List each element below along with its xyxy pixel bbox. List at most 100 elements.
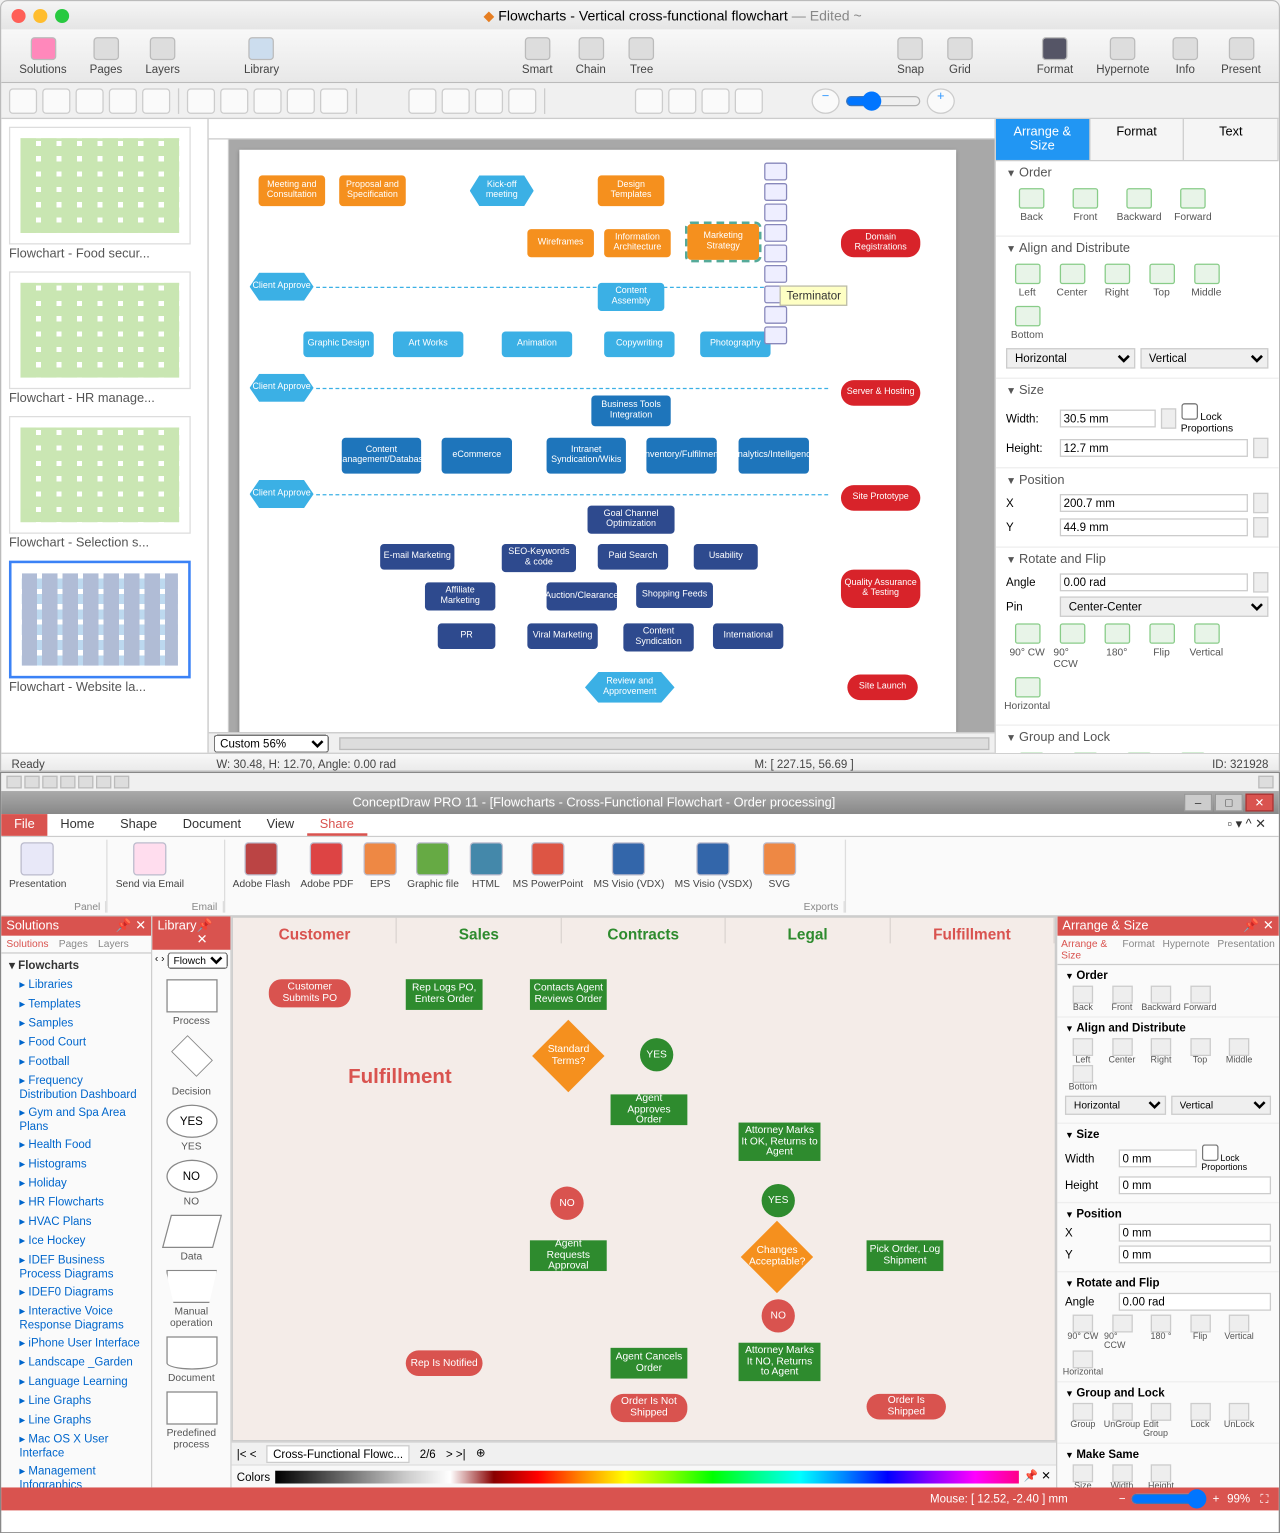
- tb-chain[interactable]: Chain: [565, 34, 616, 78]
- soltab-solutions[interactable]: Solutions: [1, 936, 53, 953]
- tree-flowcharts[interactable]: ▾ Flowcharts: [4, 956, 149, 975]
- shape[interactable]: PR: [438, 623, 496, 649]
- eyedrop-icon[interactable]: [701, 88, 729, 114]
- rb-ppt[interactable]: MS PowerPoint: [510, 840, 586, 913]
- tb-tree[interactable]: Tree: [619, 34, 665, 78]
- p2tab-hypernote[interactable]: Hypernote: [1159, 936, 1214, 964]
- arc-icon[interactable]: [220, 88, 248, 114]
- tb-solutions[interactable]: Solutions: [9, 34, 77, 78]
- pal-icon[interactable]: [764, 204, 787, 222]
- shape[interactable]: Wireframes: [527, 229, 594, 257]
- zoom-in-icon[interactable]: +: [927, 88, 955, 114]
- maximize-icon[interactable]: □: [1215, 794, 1243, 812]
- shape[interactable]: Site Launch: [847, 675, 917, 701]
- shape[interactable]: Business Tools Integration: [591, 396, 670, 427]
- p2-lock[interactable]: Lock: [1182, 1403, 1218, 1430]
- p2-editgroup[interactable]: Edit Group: [1143, 1403, 1179, 1439]
- btn-front[interactable]: Front: [1060, 186, 1111, 226]
- p2-same-h[interactable]: Height: [1143, 1464, 1179, 1487]
- thumb-1[interactable]: [9, 127, 191, 245]
- zoom-select[interactable]: Custom 56%: [214, 734, 329, 752]
- rb-vdx[interactable]: MS Visio (VDX): [591, 840, 667, 913]
- shape[interactable]: Agent Requests Approval: [530, 1240, 607, 1271]
- rb-pdf[interactable]: Adobe PDF: [298, 840, 356, 913]
- shape[interactable]: Client Approve: [250, 480, 314, 508]
- btn-backward[interactable]: Backward: [1114, 186, 1165, 226]
- tree-item[interactable]: ▸ IDEF Business Process Diagrams: [4, 1251, 149, 1283]
- menu-share[interactable]: Share: [307, 814, 367, 836]
- shape[interactable]: Design Templates: [598, 175, 665, 206]
- color-swatches[interactable]: [275, 1470, 1018, 1483]
- shape[interactable]: Viral Marketing: [527, 623, 597, 649]
- minimize-icon[interactable]: –: [1184, 794, 1212, 812]
- thumb-3[interactable]: [9, 416, 191, 534]
- pal-icon[interactable]: [764, 326, 787, 344]
- rb-vsdx[interactable]: MS Visio (VSDX): [672, 840, 755, 913]
- shape[interactable]: Goal Channel Optimization: [588, 506, 675, 534]
- menu-view[interactable]: View: [254, 814, 307, 836]
- p2-same-w[interactable]: Width: [1104, 1464, 1140, 1487]
- p2-front[interactable]: Front: [1104, 986, 1140, 1013]
- shape[interactable]: Standard Terms?: [532, 1020, 604, 1092]
- shape[interactable]: Rep Is Notified: [406, 1350, 483, 1376]
- p2-90cw[interactable]: 90° CW: [1065, 1315, 1101, 1342]
- tb-info[interactable]: Info: [1162, 34, 1208, 78]
- solutions-tree[interactable]: ▾ Flowcharts ▸ Libraries ▸ Templates ▸ S…: [1, 954, 151, 1488]
- shape[interactable]: Graphic Design: [303, 332, 373, 358]
- shape[interactable]: Agent Cancels Order: [611, 1348, 688, 1379]
- tree-item[interactable]: ▸ IDEF0 Diagrams: [4, 1283, 149, 1302]
- p2-flipv[interactable]: Vertical: [1221, 1315, 1257, 1342]
- edit1-icon[interactable]: [408, 88, 436, 114]
- zoom-slider-2[interactable]: [1131, 1489, 1208, 1509]
- qa-help-icon[interactable]: [1258, 776, 1273, 789]
- soltab-pages[interactable]: Pages: [54, 936, 93, 953]
- tree-item[interactable]: ▸ Management Infographics: [4, 1462, 149, 1488]
- shape[interactable]: Content Assembly: [598, 283, 665, 311]
- tree-item[interactable]: ▸ Line Graphs: [4, 1411, 149, 1430]
- shape[interactable]: Usability: [694, 544, 758, 570]
- sec-align[interactable]: Align and Distribute: [1006, 242, 1268, 256]
- tb-format[interactable]: Format: [1026, 34, 1083, 78]
- shape[interactable]: Content Management/Database: [342, 438, 421, 474]
- shape-icon[interactable]: [320, 88, 348, 114]
- shape[interactable]: Inventory/Fulfilment: [646, 438, 716, 474]
- btn-lock[interactable]: Lock: [1114, 750, 1165, 753]
- lib-process[interactable]: [166, 979, 217, 1012]
- shape[interactable]: NO: [550, 1187, 583, 1220]
- tab-format[interactable]: Format: [1090, 119, 1184, 160]
- fit-icon[interactable]: ⛶: [1260, 1492, 1268, 1506]
- zoom-out-icon[interactable]: −: [812, 88, 840, 114]
- rb-flash[interactable]: Adobe Flash: [230, 840, 293, 913]
- edit3-icon[interactable]: [475, 88, 503, 114]
- sec-group[interactable]: Group and Lock: [1006, 731, 1268, 745]
- btn-right[interactable]: Right: [1096, 261, 1138, 301]
- pal-icon[interactable]: [764, 244, 787, 262]
- tb-pages[interactable]: Pages: [79, 34, 132, 78]
- add-page-icon[interactable]: ⊕: [476, 1446, 486, 1460]
- shape[interactable]: Rep Logs PO, Enters Order: [406, 979, 483, 1010]
- shape[interactable]: Affiliate Marketing: [425, 582, 495, 610]
- tree-item[interactable]: ▸ HR Flowcharts: [4, 1193, 149, 1212]
- shape[interactable]: Domain Registrations: [841, 229, 920, 257]
- pin-icon[interactable]: 📌 ✕: [197, 919, 226, 947]
- menu-document[interactable]: Document: [170, 814, 254, 836]
- p2-angle[interactable]: [1119, 1293, 1271, 1311]
- qa-icon[interactable]: [6, 776, 21, 789]
- btn-fliph[interactable]: Horizontal: [1006, 675, 1048, 715]
- zoom-out-icon[interactable]: −: [1119, 1492, 1126, 1505]
- shape[interactable]: Intranet Syndication/Wikis: [547, 438, 626, 474]
- btn-bottom[interactable]: Bottom: [1006, 303, 1048, 343]
- shape[interactable]: Proposal and Specification: [339, 175, 406, 206]
- shape[interactable]: Client Approve: [250, 273, 314, 301]
- shape[interactable]: Quality Assurance & Testing: [841, 570, 920, 608]
- shape[interactable]: YES: [762, 1184, 795, 1217]
- p2-fliph[interactable]: Horizontal: [1065, 1350, 1101, 1377]
- p2-top[interactable]: Top: [1182, 1038, 1218, 1065]
- tab-nav-first[interactable]: |< <: [237, 1447, 257, 1460]
- width-input[interactable]: [1060, 410, 1155, 428]
- p2-backward[interactable]: Backward: [1143, 986, 1179, 1013]
- dist-v[interactable]: Vertical: [1140, 348, 1269, 368]
- btn-left[interactable]: Left: [1006, 261, 1048, 301]
- tab-text[interactable]: Text: [1184, 119, 1278, 160]
- tb-snap[interactable]: Snap: [887, 34, 934, 78]
